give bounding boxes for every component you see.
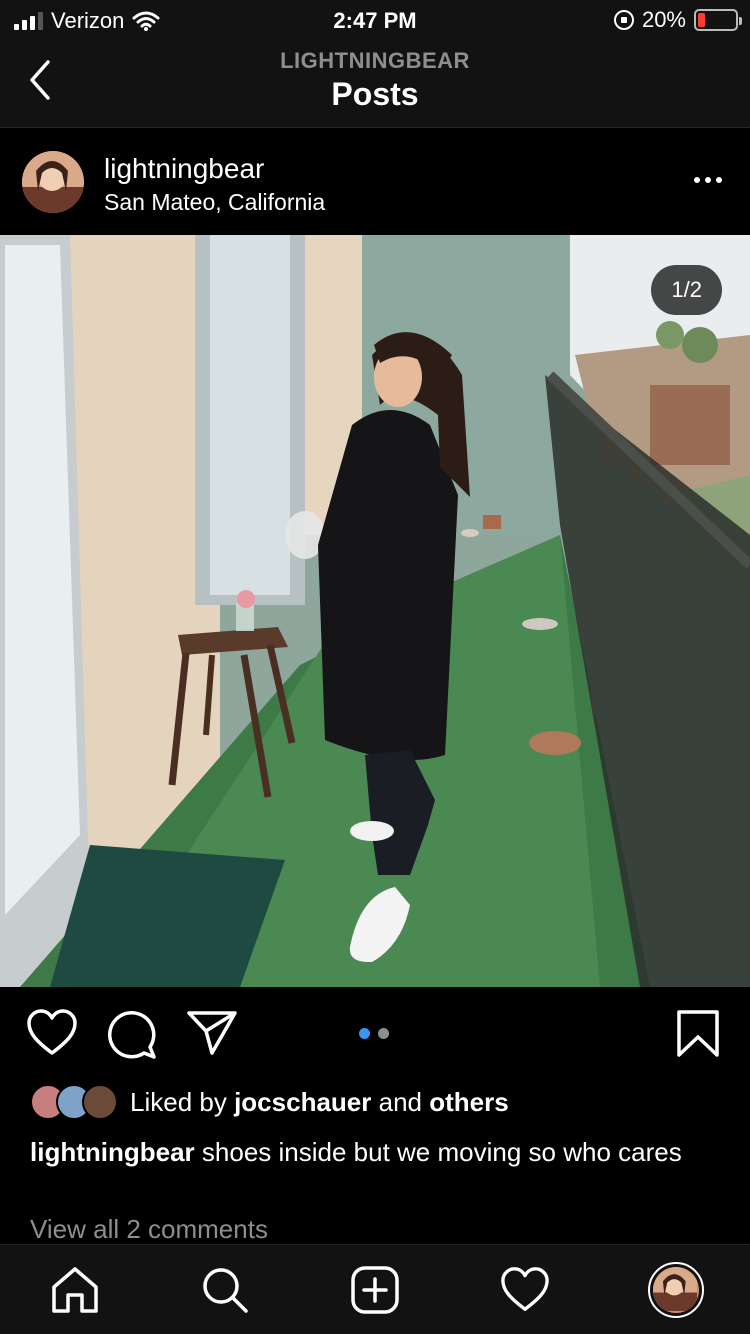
post-header: lightningbear San Mateo, California [0, 129, 750, 235]
caption-username[interactable]: lightningbear [30, 1137, 195, 1167]
carousel-dot-active [359, 1028, 370, 1039]
tab-activity[interactable] [500, 1265, 550, 1315]
post-photo[interactable]: 1/2 [0, 235, 750, 987]
status-bar: Verizon 2:47 PM 20% [0, 0, 750, 40]
avatar-image [22, 151, 84, 213]
caption-text: shoes inside but we moving so who cares [201, 1137, 682, 1167]
profile-avatar [653, 1267, 699, 1313]
view-comments-link[interactable]: View all 2 comments [30, 1214, 268, 1245]
battery-percent: 20% [641, 7, 686, 32]
tab-search[interactable] [200, 1265, 250, 1315]
liked-by-prefix: Liked by [130, 1086, 227, 1117]
search-icon [203, 1268, 248, 1313]
more-options-button[interactable] [694, 177, 722, 183]
post-actions [0, 987, 750, 1077]
nav-username: LIGHTNINGBEAR [280, 48, 470, 73]
battery-fill [698, 13, 705, 27]
home-icon [52, 1267, 98, 1313]
page-title: Posts [331, 76, 419, 112]
tab-new-post[interactable] [350, 1265, 400, 1315]
post-location[interactable]: San Mateo, California [104, 189, 325, 216]
send-icon [187, 1011, 237, 1055]
post-caption: lightningbear shoes inside but we moving… [30, 1136, 710, 1168]
share-button[interactable] [186, 1009, 238, 1062]
orientation-lock-icon [613, 10, 634, 30]
new-post-icon [351, 1266, 399, 1314]
tab-profile[interactable] [648, 1262, 704, 1318]
liked-by-and: and [378, 1086, 422, 1117]
carousel-dots [359, 1028, 389, 1039]
activity-heart-icon [501, 1267, 549, 1311]
carousel-dot [378, 1028, 389, 1039]
bookmark-icon [677, 1010, 719, 1057]
photo-counter: 1/2 [651, 265, 722, 315]
likes-row[interactable]: Liked by jocschauer and others [30, 1082, 509, 1122]
comment-button[interactable] [106, 1009, 158, 1064]
liker-avatars [30, 1084, 118, 1120]
like-button[interactable] [26, 1009, 78, 1062]
tab-bar [0, 1244, 750, 1334]
liked-by-user[interactable]: jocschauer [234, 1087, 371, 1118]
heart-icon [27, 1009, 77, 1055]
tab-home[interactable] [50, 1265, 100, 1315]
photo-image [0, 235, 750, 987]
liker-avatar [82, 1084, 118, 1120]
battery-icon [694, 9, 742, 31]
save-button[interactable] [676, 1009, 720, 1064]
avatar[interactable] [22, 151, 84, 213]
post-username[interactable]: lightningbear [104, 153, 264, 185]
status-right: 20% [613, 7, 742, 33]
liked-by-others[interactable]: others [429, 1087, 508, 1118]
nav-header: LIGHTNINGBEAR Posts [0, 40, 750, 128]
comment-icon [108, 1011, 156, 1059]
more-dots-icon [694, 177, 700, 183]
